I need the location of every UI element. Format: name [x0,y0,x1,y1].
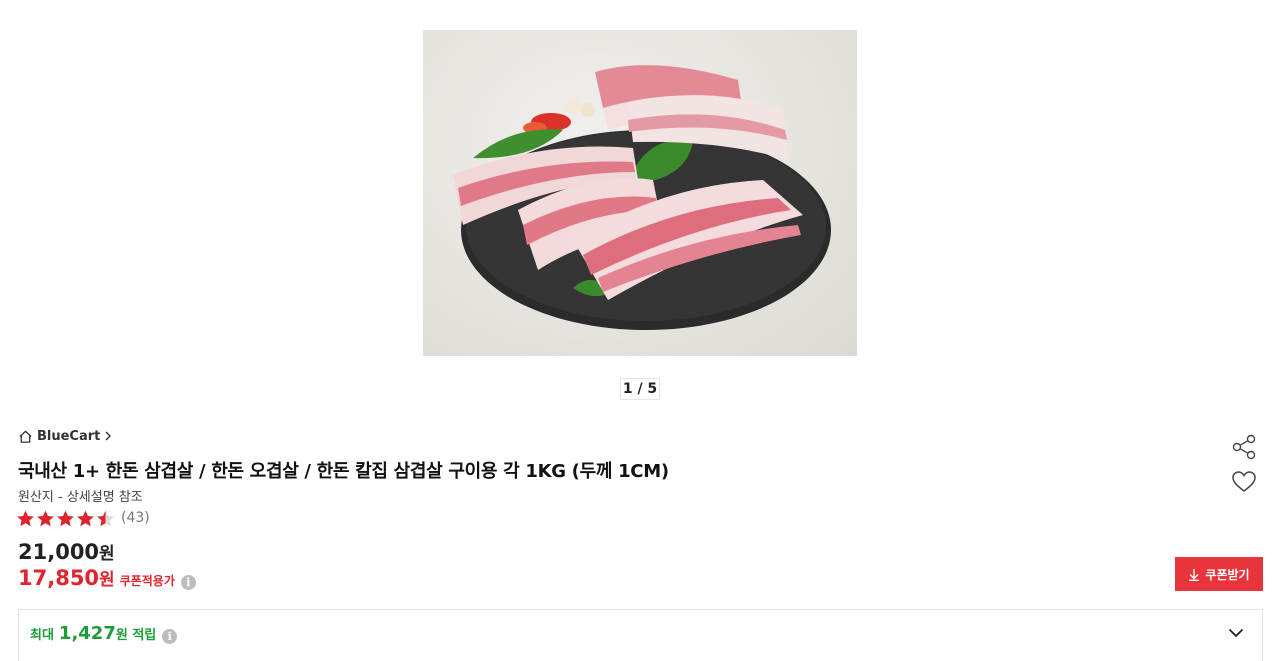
chevron-down-icon[interactable] [1228,628,1244,638]
home-icon [19,430,32,443]
seller-name: BlueCart [37,428,101,444]
star-icon [77,510,94,526]
coupon-price-label: 쿠폰적용가 [119,574,175,588]
original-price-value: 21,000 [18,540,100,564]
product-title: 국내산 1+ 한돈 삼겹살 / 한돈 오겹살 / 한돈 칼집 삼겹살 구이용 각… [18,461,669,482]
get-coupon-button[interactable]: 쿠폰받기 [1175,557,1263,591]
share-icon[interactable] [1231,434,1257,460]
star-icon [57,510,74,526]
sale-price: 17,850 원 쿠폰적용가 i [18,565,196,590]
original-price-unit: 원 [99,544,115,564]
sale-price-value: 17,850 [18,566,100,590]
pork-belly-photo [453,65,831,330]
points-prefix: 최대 [30,628,54,643]
product-origin: 원산지 - 상세설명 참조 [18,490,143,505]
download-icon [1189,568,1200,581]
sale-price-unit: 원 [99,570,115,590]
heart-icon[interactable] [1231,470,1257,494]
star-icon [97,510,114,526]
info-icon[interactable]: i [162,629,178,644]
image-counter: 1 / 5 [620,378,660,400]
rating-stars [16,509,116,528]
rating[interactable]: (43) [16,508,150,528]
points-suffix: 원 적립 [115,628,157,643]
points-amount: 1,427 [58,623,116,644]
chevron-right-icon [105,431,112,441]
star-icon [37,510,54,526]
product-image[interactable] [423,30,857,356]
info-icon[interactable]: i [180,575,196,590]
seller-link[interactable]: BlueCart [18,427,112,445]
original-price: 21,000원 [18,539,115,564]
points-summary: 최대 1,427 원 적립 i [30,623,178,644]
star-icon [17,510,34,526]
points-panel[interactable]: 최대 1,427 원 적립 i [18,609,1263,661]
review-count[interactable]: (43) [121,510,150,526]
get-coupon-label: 쿠폰받기 [1205,567,1250,582]
